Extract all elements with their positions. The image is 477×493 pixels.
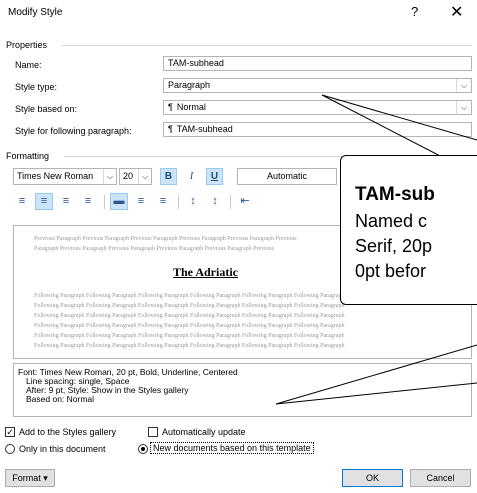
callout-pointer-line — [321, 94, 477, 141]
callout-text-line: 0pt befor — [355, 261, 427, 281]
callout-pointer-line — [275, 382, 477, 405]
callout-text-line: Named c — [355, 211, 428, 231]
callout-title: TAM-sub — [355, 184, 435, 205]
callout-text-line: Serif, 20p — [355, 236, 433, 256]
callout-pointer-line — [275, 344, 477, 405]
